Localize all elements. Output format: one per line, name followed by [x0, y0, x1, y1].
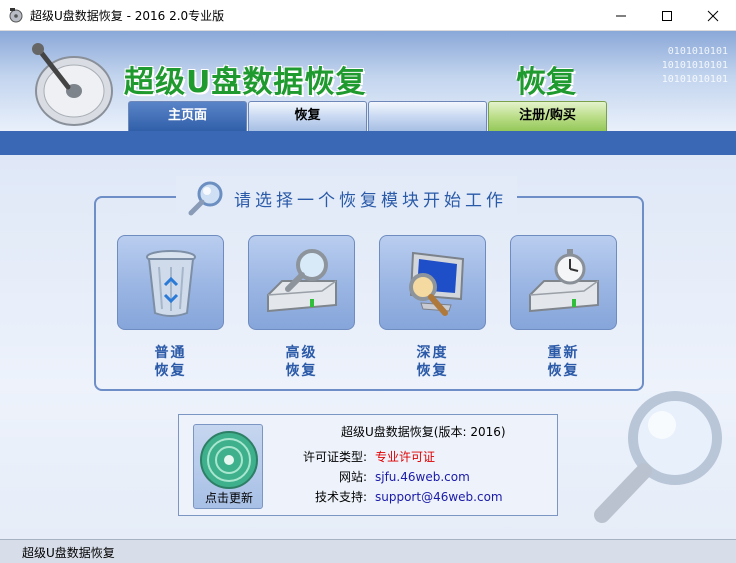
hard-disk-logo-icon	[32, 43, 113, 126]
main-content: 请选择一个恢复模块开始工作 普通 恢复 高级 恢复 深度 恢复 重新 恢复 点击…	[0, 155, 736, 539]
license-row: 许可证类型: 专业许可证	[289, 448, 435, 465]
close-button[interactable]	[690, 0, 736, 31]
tab-home[interactable]: 主页面	[128, 101, 247, 132]
normal-recovery-button[interactable]	[117, 235, 224, 330]
maximize-button[interactable]	[644, 0, 690, 31]
magnifier-decoration-icon	[594, 391, 722, 523]
tab-register-buy[interactable]: 注册/购买	[488, 101, 607, 131]
support-email-link[interactable]: support@46web.com	[375, 490, 503, 504]
minimize-icon	[616, 15, 626, 16]
support-key: 技术支持:	[314, 490, 367, 504]
tab-strip-bar	[0, 131, 736, 155]
title-bar: 超级U盘数据恢复 - 2016 2.0专业版	[0, 0, 736, 31]
panel-header: 请选择一个恢复模块开始工作	[176, 176, 517, 220]
update-disc-icon	[200, 431, 258, 489]
tab-recover[interactable]: 恢复	[248, 101, 367, 131]
normal-recovery-label: 普通 恢复	[154, 345, 187, 379]
website-row: 网站: sjfu.46web.com	[289, 468, 470, 485]
re-recovery-button[interactable]	[510, 235, 617, 330]
tab-register-buy-label: 注册/购买	[519, 108, 576, 123]
disk-search-icon	[266, 248, 337, 312]
status-bar: 超级U盘数据恢复	[0, 539, 736, 563]
logo-title: 超级U盘数据恢复	[124, 65, 367, 100]
deep-recovery-label: 深度 恢复	[416, 345, 449, 379]
product-info-box: 点击更新 超级U盘数据恢复(版本: 2016) 许可证类型: 专业许可证 网站: s…	[178, 414, 558, 516]
recovery-module-panel: 请选择一个恢复模块开始工作 普通 恢复 高级 恢复 深度 恢复 重新 恢复	[94, 176, 644, 391]
close-icon	[707, 10, 719, 21]
recycle-bin-icon	[145, 249, 196, 317]
monitor-search-icon	[408, 251, 464, 316]
panel-title: 请选择一个恢复模块开始工作	[234, 190, 507, 211]
disk-stopwatch-icon	[528, 248, 599, 312]
license-value: 专业许可证	[375, 450, 436, 464]
window-title: 超级U盘数据恢复 - 2016 2.0专业版	[30, 9, 225, 23]
version-text: 超级U盘数据恢复(版本: 2016)	[341, 425, 506, 439]
advanced-recovery-label: 高级 恢复	[285, 345, 318, 379]
status-text: 超级U盘数据恢复	[22, 546, 115, 560]
app-icon	[9, 8, 23, 23]
tab-blank[interactable]	[368, 101, 487, 131]
support-row: 技术支持: support@46web.com	[289, 488, 503, 505]
license-key: 许可证类型:	[302, 450, 367, 464]
advanced-recovery-button[interactable]	[248, 235, 355, 330]
magnifier-icon	[188, 181, 223, 216]
tab-recover-label: 恢复	[294, 108, 321, 123]
update-label: 点击更新	[204, 491, 253, 505]
website-link[interactable]: sjfu.46web.com	[375, 470, 470, 484]
re-recovery-label: 重新 恢复	[547, 345, 580, 379]
binary-decoration: 0101010101 10101010101 10101010101	[661, 46, 728, 85]
minimize-button[interactable]	[598, 0, 644, 31]
maximize-icon	[662, 10, 672, 21]
website-key: 网站:	[338, 470, 367, 484]
update-button[interactable]: 点击更新	[193, 424, 263, 509]
deep-recovery-button[interactable]	[379, 235, 486, 330]
tab-home-label: 主页面	[167, 108, 207, 123]
logo-title-fragment: 恢复	[516, 65, 576, 100]
